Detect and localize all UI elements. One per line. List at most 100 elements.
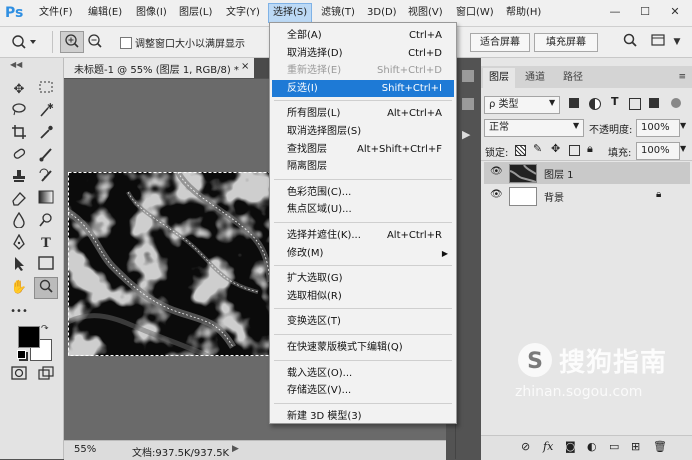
- eyedropper-tool-icon[interactable]: [35, 124, 57, 144]
- layer-name[interactable]: 图层 1: [544, 166, 574, 181]
- menu-window[interactable]: 窗口(W): [452, 4, 498, 22]
- menu-item-select-0-3[interactable]: 反选(I) Shift+Ctrl+I: [272, 79, 454, 97]
- path-selection-tool-icon[interactable]: [8, 256, 30, 276]
- filter-pixel-icon[interactable]: [569, 98, 579, 108]
- visibility-eye-icon[interactable]: 👁︎: [490, 189, 503, 200]
- magic-wand-tool-icon[interactable]: ✱: [35, 102, 57, 122]
- zoom-out-icon[interactable]: [85, 32, 105, 52]
- chevron-down-icon[interactable]: ▼: [680, 121, 686, 130]
- menu-help[interactable]: 帮助(H): [502, 4, 545, 22]
- link-layers-icon[interactable]: ⊘: [521, 440, 530, 453]
- menu-item-select-0-0[interactable]: 全部(A) Ctrl+A: [272, 27, 454, 44]
- crop-tool-icon[interactable]: [8, 124, 30, 144]
- menu-image[interactable]: 图像(I): [132, 4, 171, 22]
- search-icon[interactable]: [620, 32, 640, 52]
- marquee-tool-icon[interactable]: [35, 80, 57, 100]
- default-colors-icon[interactable]: [17, 350, 26, 359]
- pen-tool-icon[interactable]: [8, 233, 30, 254]
- actions-panel-icon[interactable]: ▶: [462, 128, 470, 141]
- chevron-down-icon[interactable]: ▼: [573, 121, 579, 130]
- menu-item-select-1-1[interactable]: 取消选择图层(S): [272, 123, 454, 140]
- menu-item-select-6-0[interactable]: 在快速蒙版模式下编辑(Q): [272, 339, 454, 356]
- fit-screen-button[interactable]: 适合屏幕: [470, 33, 530, 52]
- fx-icon[interactable]: fx: [543, 440, 553, 453]
- more-tools-icon[interactable]: •••: [8, 302, 30, 322]
- history-panel-icon[interactable]: [462, 70, 474, 82]
- menu-item-select-0-1[interactable]: 取消选择(D) Ctrl+D: [272, 45, 454, 62]
- filter-type-icon[interactable]: T: [611, 95, 619, 108]
- maximize-button[interactable]: ☐: [630, 3, 660, 21]
- move-tool-icon[interactable]: ✥: [8, 80, 30, 100]
- collapse-icon[interactable]: ◀◀: [10, 60, 22, 69]
- zoom-tool-icon[interactable]: [34, 277, 58, 299]
- menu-item-select-5-0[interactable]: 变换选区(T): [272, 313, 454, 330]
- menu-file[interactable]: 文件(F): [35, 4, 77, 22]
- tab-layers[interactable]: 图层: [483, 68, 515, 88]
- tab-channels[interactable]: 通道: [519, 68, 551, 88]
- lock-transparent-icon[interactable]: [515, 145, 526, 156]
- chevron-down-icon[interactable]: ▼: [680, 144, 686, 153]
- lock-position-icon[interactable]: ✥: [551, 142, 560, 155]
- resize-windows-checkbox[interactable]: [120, 37, 132, 49]
- layer-name[interactable]: 背景: [544, 189, 564, 204]
- layer-row-layer1[interactable]: 👁︎ 图层 1: [484, 162, 690, 184]
- swap-colors-icon[interactable]: ↷: [41, 324, 49, 334]
- menu-edit[interactable]: 编辑(E): [84, 4, 126, 22]
- menu-item-select-8-0[interactable]: 新建 3D 模型(3): [272, 408, 454, 425]
- foreground-color-swatch[interactable]: [18, 326, 40, 348]
- add-mask-icon[interactable]: ◙: [565, 440, 576, 453]
- menu-3d[interactable]: 3D(D): [363, 4, 401, 22]
- zoom-tool-preset-icon[interactable]: [6, 32, 40, 52]
- clone-stamp-tool-icon[interactable]: [8, 168, 30, 188]
- eraser-tool-icon[interactable]: [8, 190, 30, 210]
- menu-view[interactable]: 视图(V): [404, 4, 447, 22]
- status-arrow-icon[interactable]: ▶: [232, 444, 239, 454]
- visibility-eye-icon[interactable]: 👁︎: [490, 166, 503, 177]
- menu-item-select-1-2[interactable]: 查找图层 Alt+Shift+Ctrl+F: [272, 141, 454, 158]
- type-tool-icon[interactable]: T: [35, 234, 57, 254]
- workspace-icon[interactable]: [648, 32, 668, 52]
- chevron-down-icon[interactable]: ▼: [670, 32, 684, 52]
- document-tab[interactable]: 未标题-1 @ 55% (图层 1, RGB/8) * ×: [64, 58, 255, 78]
- lock-pixels-icon[interactable]: ✎: [533, 142, 542, 155]
- lock-artboard-icon[interactable]: [569, 145, 580, 156]
- menu-item-select-4-0[interactable]: 扩大选取(G): [272, 270, 454, 287]
- history-brush-tool-icon[interactable]: [35, 168, 57, 188]
- new-layer-icon[interactable]: ⊞: [631, 440, 640, 453]
- fill-input[interactable]: 100%: [636, 142, 680, 160]
- menu-layer[interactable]: 图层(L): [175, 4, 216, 22]
- menu-filter[interactable]: 滤镜(T): [317, 4, 359, 22]
- rectangle-tool-icon[interactable]: [35, 256, 57, 276]
- menu-item-select-3-0[interactable]: 选择并遮住(K)... Alt+Ctrl+R: [272, 227, 454, 244]
- opacity-input[interactable]: 100%: [636, 119, 680, 137]
- filter-smart-object-icon[interactable]: [649, 98, 659, 108]
- hand-tool-icon[interactable]: ✋: [8, 278, 30, 298]
- blur-tool-icon[interactable]: [8, 211, 30, 232]
- adjustment-layer-icon[interactable]: ◐: [587, 440, 597, 453]
- healing-brush-tool-icon[interactable]: [8, 146, 30, 166]
- menu-item-select-7-0[interactable]: 载入选区(O)...: [272, 365, 454, 382]
- layer-row-background[interactable]: 👁︎ 背景 🔒︎: [484, 185, 690, 207]
- lock-all-icon[interactable]: 🔒︎: [587, 142, 593, 156]
- close-document-icon[interactable]: ×: [241, 61, 249, 72]
- zoom-level[interactable]: 55%: [74, 444, 96, 455]
- filter-adjustment-icon[interactable]: [589, 98, 601, 110]
- menu-item-select-2-0[interactable]: 色彩范围(C)...: [272, 184, 454, 201]
- dodge-tool-icon[interactable]: [35, 212, 57, 232]
- image-canvas[interactable]: [66, 170, 273, 359]
- panel-menu-icon[interactable]: ≡: [678, 72, 686, 82]
- menu-select[interactable]: 选择(S): [268, 3, 313, 23]
- brush-tool-icon[interactable]: [35, 146, 57, 166]
- zoom-in-icon[interactable]: [60, 31, 84, 53]
- menu-item-select-3-1[interactable]: 修改(M) ▶: [272, 245, 454, 262]
- fill-screen-button[interactable]: 填充屏幕: [534, 33, 598, 52]
- menu-item-select-4-1[interactable]: 选取相似(R): [272, 288, 454, 305]
- blend-mode-select[interactable]: 正常: [484, 119, 584, 137]
- gradient-tool-icon[interactable]: [35, 190, 57, 210]
- tab-paths[interactable]: 路径: [557, 68, 589, 88]
- menu-type[interactable]: 文字(Y): [222, 4, 264, 22]
- filter-shape-icon[interactable]: [629, 98, 641, 110]
- trash-icon[interactable]: 🗑︎: [653, 440, 667, 453]
- new-group-icon[interactable]: ▭: [609, 440, 619, 453]
- menu-item-select-1-3[interactable]: 隔离图层: [272, 158, 454, 175]
